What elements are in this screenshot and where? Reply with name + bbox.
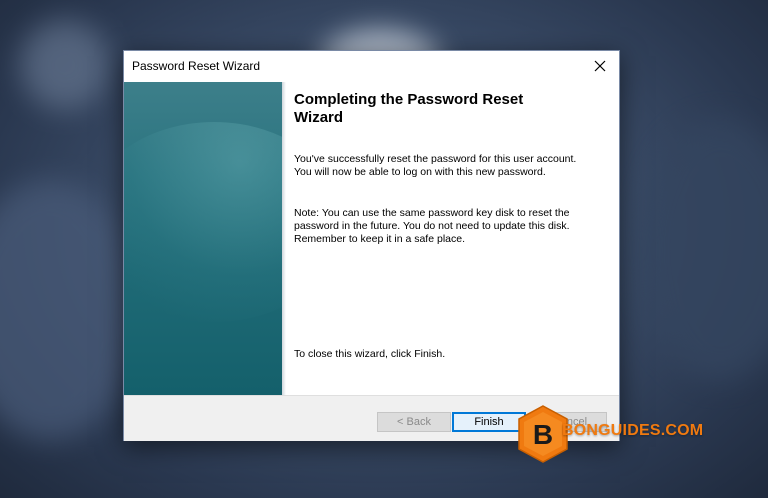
- back-button[interactable]: < Back: [377, 412, 451, 432]
- background-blur: [0, 180, 140, 440]
- note-message: Note: You can use the same password key …: [294, 207, 570, 245]
- close-icon: [594, 60, 606, 72]
- window-title: Password Reset Wizard: [132, 59, 261, 73]
- close-instruction: To close this wizard, click Finish.: [294, 348, 446, 360]
- wizard-content: Completing the Password Reset Wizard You…: [294, 91, 584, 391]
- background-blur: [640, 120, 768, 380]
- banner-edge: [282, 82, 286, 395]
- watermark-text: BONGUIDES.COM: [562, 422, 704, 439]
- background-blur: [20, 20, 110, 110]
- desktop-background: Password Reset Wizard Completing the Pas…: [0, 0, 768, 498]
- watermark: B BONGUIDES.COM: [516, 404, 726, 464]
- password-reset-wizard-dialog: Password Reset Wizard Completing the Pas…: [123, 50, 620, 441]
- close-button[interactable]: [585, 53, 615, 79]
- wizard-side-banner: [124, 82, 282, 395]
- svg-text:B: B: [533, 419, 553, 450]
- title-bar[interactable]: Password Reset Wizard: [124, 51, 619, 82]
- success-message: You've successfully reset the password f…: [294, 153, 577, 178]
- finish-button[interactable]: Finish: [452, 412, 526, 432]
- page-title: Completing the Password Reset Wizard: [294, 91, 524, 126]
- banner-decoration: [124, 122, 282, 322]
